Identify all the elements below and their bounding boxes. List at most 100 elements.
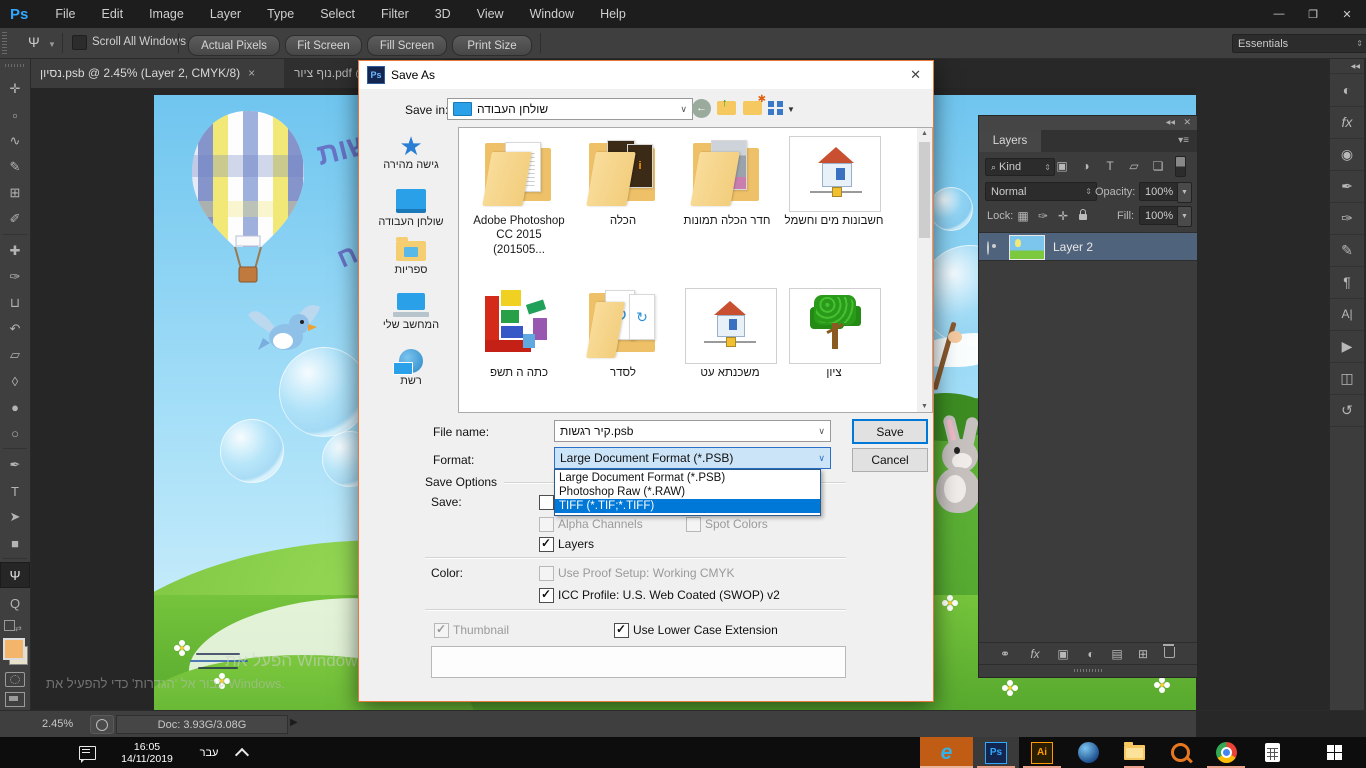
- format-option-raw[interactable]: Photoshop Raw (*.RAW): [555, 485, 820, 499]
- quick-selection-tool[interactable]: ✎: [0, 154, 30, 180]
- layer-thumbnail[interactable]: [1009, 235, 1045, 260]
- layer-group-icon[interactable]: ▤: [1109, 646, 1125, 662]
- opacity-chevron-icon[interactable]: ▼: [1177, 182, 1192, 203]
- taskbar-app-chrome[interactable]: [1203, 737, 1249, 768]
- delete-layer-icon[interactable]: [1161, 643, 1177, 659]
- file-item[interactable]: חשבונות מים וחשמל: [781, 136, 887, 266]
- default-colors-icon[interactable]: [4, 620, 15, 631]
- restore-button[interactable]: ❐: [1296, 0, 1330, 28]
- taskbar-clock[interactable]: 16:05 14/11/2019: [104, 737, 190, 768]
- smart-object-filter-icon[interactable]: ❏: [1149, 158, 1167, 174]
- swatches-icon[interactable]: ◉: [1330, 138, 1364, 171]
- swap-colors-icon[interactable]: ⇄: [15, 624, 25, 633]
- actions-icon[interactable]: ▶: [1330, 330, 1364, 363]
- menu-edit[interactable]: Edit: [89, 0, 137, 28]
- lock-transparency-icon[interactable]: ▦: [1015, 208, 1031, 224]
- sidebar-item-quick-access[interactable]: ★ גישה מהירה: [366, 133, 456, 171]
- workspace-switcher[interactable]: Essentials ⇕: [1232, 34, 1366, 53]
- taskbar-app-calculator[interactable]: [1249, 737, 1295, 768]
- link-layers-icon[interactable]: ⚭: [997, 646, 1013, 662]
- file-item[interactable]: כתה ה תשפ: [469, 288, 569, 412]
- language-indicator[interactable]: עבר: [190, 737, 228, 768]
- file-item[interactable]: חדר הכלה תמונות: [677, 136, 777, 266]
- zoom-tool[interactable]: Q: [0, 590, 30, 616]
- history-icon[interactable]: ↺: [1330, 394, 1364, 427]
- 3d-icon[interactable]: ◫: [1330, 362, 1364, 395]
- new-folder-icon[interactable]: ✱: [743, 94, 766, 115]
- layer-effects-icon[interactable]: fx: [1027, 646, 1043, 662]
- menu-3d[interactable]: 3D: [422, 0, 464, 28]
- show-hidden-icons-chevron[interactable]: [228, 737, 256, 768]
- taskbar-app-illustrator[interactable]: Ai: [1019, 737, 1065, 768]
- start-button[interactable]: [1302, 737, 1366, 768]
- doc-size-field[interactable]: Doc: 3.93G/3.08G: [116, 715, 288, 734]
- scrollbar-thumb[interactable]: [919, 142, 930, 238]
- menu-view[interactable]: View: [464, 0, 517, 28]
- eyedropper-tool[interactable]: ✐: [0, 206, 30, 232]
- menu-file[interactable]: File: [42, 0, 88, 28]
- blend-mode-select[interactable]: Normal ⇕: [985, 182, 1097, 201]
- icc-profile-checkbox[interactable]: [539, 587, 554, 603]
- panel-resize-grip[interactable]: [1074, 669, 1102, 672]
- lock-all-icon[interactable]: [1075, 206, 1091, 222]
- pixel-layer-filter-icon[interactable]: ▣: [1053, 158, 1071, 174]
- hand-tool[interactable]: Ψ: [0, 562, 30, 588]
- foreground-color-swatch[interactable]: [3, 638, 25, 660]
- paths-icon[interactable]: ✒: [1330, 170, 1364, 203]
- filter-toggle-switch[interactable]: [1175, 156, 1186, 177]
- lock-position-icon[interactable]: ✛: [1055, 208, 1071, 224]
- crop-tool[interactable]: ⊞: [0, 180, 30, 206]
- actual-pixels-button[interactable]: Actual Pixels: [188, 35, 280, 56]
- file-item[interactable]: ↻ ↻ לסדר: [573, 288, 673, 412]
- sidebar-item-network[interactable]: רשת: [366, 349, 456, 387]
- file-item[interactable]: Ai i הכלה: [573, 136, 673, 266]
- dialog-close-icon[interactable]: ✕: [910, 67, 921, 83]
- menu-layer[interactable]: Layer: [197, 0, 254, 28]
- close-button[interactable]: ✕: [1330, 0, 1364, 28]
- use-lower-case-extension-checkbox[interactable]: [614, 622, 629, 638]
- menu-window[interactable]: Window: [517, 0, 587, 28]
- as-a-copy-checkbox[interactable]: [539, 495, 554, 510]
- layer-mask-icon[interactable]: ▣: [1055, 646, 1071, 662]
- scroll-all-windows-checkbox[interactable]: [72, 35, 87, 50]
- menu-help[interactable]: Help: [587, 0, 639, 28]
- dialog-title-bar[interactable]: Ps Save As ✕: [359, 61, 933, 89]
- taskbar-app-edge[interactable]: e: [920, 737, 973, 768]
- fill-chevron-icon[interactable]: ▼: [1177, 206, 1192, 227]
- screen-mode-icon[interactable]: [5, 692, 25, 707]
- character-icon[interactable]: A|: [1330, 298, 1364, 331]
- panel-menu-icon[interactable]: ▾≡: [1178, 135, 1189, 146]
- pen-tool[interactable]: ✒: [0, 452, 30, 478]
- zoom-level[interactable]: 2.45%: [42, 718, 73, 730]
- file-list[interactable]: ▲ ▼ Adobe Photoshop CC 2015 (201505... A…: [458, 127, 933, 413]
- marquee-tool[interactable]: ▫: [0, 102, 30, 128]
- sidebar-item-desktop[interactable]: שולחן העבודה: [366, 189, 456, 228]
- move-tool[interactable]: ✛: [0, 76, 30, 102]
- type-layer-filter-icon[interactable]: T: [1101, 158, 1119, 174]
- clone-stamp-tool[interactable]: ⊔: [0, 290, 30, 316]
- tool-preset-chevron-icon[interactable]: ▼: [48, 40, 56, 49]
- quick-mask-icon[interactable]: [5, 672, 25, 687]
- fill-screen-button[interactable]: Fill Screen: [367, 35, 447, 56]
- lasso-tool[interactable]: ∿: [0, 128, 30, 154]
- tab-1-close-icon[interactable]: ×: [248, 66, 255, 80]
- blur-tool[interactable]: ●: [0, 394, 30, 420]
- menu-type[interactable]: Type: [254, 0, 307, 28]
- fit-screen-button[interactable]: Fit Screen: [285, 35, 362, 56]
- format-option-psb[interactable]: Large Document Format (*.PSB): [555, 471, 820, 485]
- tab-document-1[interactable]: נסיון.psb @ 2.45% (Layer 2, CMYK/8) ×: [30, 58, 304, 88]
- file-item[interactable]: משכנתא עט: [677, 288, 783, 412]
- spot-healing-tool[interactable]: ✚: [0, 238, 30, 264]
- format-option-tiff[interactable]: TIFF (*.TIF;*.TIFF): [555, 499, 820, 513]
- paint-bucket-tool[interactable]: ◊: [0, 368, 30, 394]
- panel-collapse-icon[interactable]: ◀◀: [1166, 119, 1175, 126]
- sidebar-item-this-pc[interactable]: המחשב שלי: [366, 293, 456, 331]
- dodge-tool[interactable]: ○: [0, 420, 30, 446]
- lock-pixels-icon[interactable]: ✑: [1035, 208, 1051, 224]
- print-size-button[interactable]: Print Size: [452, 35, 532, 56]
- filter-kind-select[interactable]: ⌕ Kind ⇕: [985, 158, 1055, 176]
- menu-filter[interactable]: Filter: [368, 0, 422, 28]
- taskbar-app-globe[interactable]: [1065, 737, 1111, 768]
- type-tool[interactable]: T: [0, 478, 30, 504]
- rectangle-tool[interactable]: ■: [0, 530, 30, 556]
